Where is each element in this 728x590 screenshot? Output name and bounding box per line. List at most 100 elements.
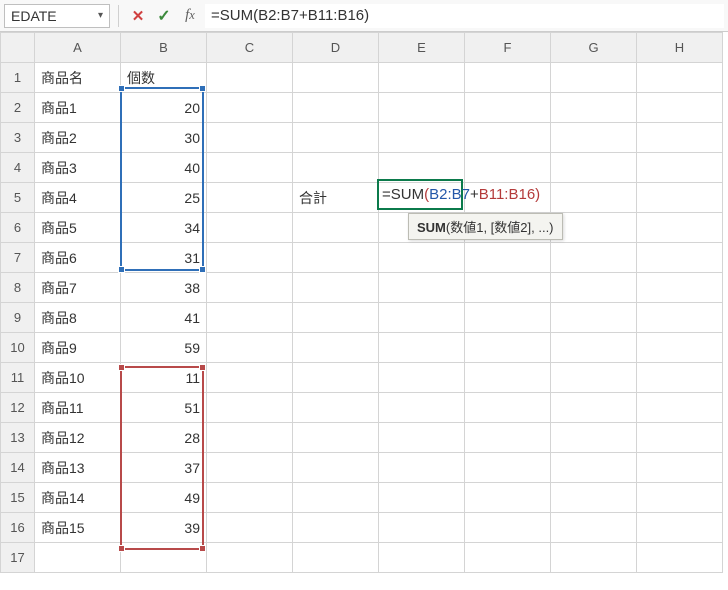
cell-A17[interactable] bbox=[35, 543, 121, 573]
cell-E11[interactable] bbox=[379, 363, 465, 393]
cell-H2[interactable] bbox=[637, 93, 723, 123]
cell-C1[interactable] bbox=[207, 63, 293, 93]
row-header-17[interactable]: 17 bbox=[1, 543, 35, 573]
cell-D12[interactable] bbox=[293, 393, 379, 423]
cell-A14[interactable]: 商品13 bbox=[35, 453, 121, 483]
cell-A5[interactable]: 商品4 bbox=[35, 183, 121, 213]
cell-F1[interactable] bbox=[465, 63, 551, 93]
row-header-9[interactable]: 9 bbox=[1, 303, 35, 333]
cell-A2[interactable]: 商品1 bbox=[35, 93, 121, 123]
cell-D16[interactable] bbox=[293, 513, 379, 543]
cell-B2[interactable]: 20 bbox=[121, 93, 207, 123]
row-header-15[interactable]: 15 bbox=[1, 483, 35, 513]
cell-G4[interactable] bbox=[551, 153, 637, 183]
cell-C5[interactable] bbox=[207, 183, 293, 213]
accept-icon[interactable]: ✓ bbox=[153, 4, 175, 28]
cell-G13[interactable] bbox=[551, 423, 637, 453]
cell-C2[interactable] bbox=[207, 93, 293, 123]
cell-A1[interactable]: 商品名 bbox=[35, 63, 121, 93]
cell-B6[interactable]: 34 bbox=[121, 213, 207, 243]
cell-D10[interactable] bbox=[293, 333, 379, 363]
cell-H11[interactable] bbox=[637, 363, 723, 393]
cell-E14[interactable] bbox=[379, 453, 465, 483]
cell-H3[interactable] bbox=[637, 123, 723, 153]
cell-D14[interactable] bbox=[293, 453, 379, 483]
row-header-13[interactable]: 13 bbox=[1, 423, 35, 453]
cell-F11[interactable] bbox=[465, 363, 551, 393]
cell-H17[interactable] bbox=[637, 543, 723, 573]
row-header-12[interactable]: 12 bbox=[1, 393, 35, 423]
cell-B8[interactable]: 38 bbox=[121, 273, 207, 303]
col-header-F[interactable]: F bbox=[465, 33, 551, 63]
col-header-D[interactable]: D bbox=[293, 33, 379, 63]
cell-F10[interactable] bbox=[465, 333, 551, 363]
name-box[interactable]: EDATE ▾ bbox=[4, 4, 110, 28]
cell-C8[interactable] bbox=[207, 273, 293, 303]
cell-G12[interactable] bbox=[551, 393, 637, 423]
cell-C12[interactable] bbox=[207, 393, 293, 423]
cell-C9[interactable] bbox=[207, 303, 293, 333]
inline-formula-edit[interactable]: =SUM(B2:B7+B11:B16) bbox=[382, 186, 540, 203]
cell-G10[interactable] bbox=[551, 333, 637, 363]
row-header-1[interactable]: 1 bbox=[1, 63, 35, 93]
cell-D9[interactable] bbox=[293, 303, 379, 333]
cell-E3[interactable] bbox=[379, 123, 465, 153]
cell-G14[interactable] bbox=[551, 453, 637, 483]
cell-H1[interactable] bbox=[637, 63, 723, 93]
cell-F17[interactable] bbox=[465, 543, 551, 573]
cell-H6[interactable] bbox=[637, 213, 723, 243]
cell-B5[interactable]: 25 bbox=[121, 183, 207, 213]
cell-C6[interactable] bbox=[207, 213, 293, 243]
cell-D17[interactable] bbox=[293, 543, 379, 573]
cell-D1[interactable] bbox=[293, 63, 379, 93]
cell-D8[interactable] bbox=[293, 273, 379, 303]
cell-E17[interactable] bbox=[379, 543, 465, 573]
cell-H15[interactable] bbox=[637, 483, 723, 513]
cell-C4[interactable] bbox=[207, 153, 293, 183]
cell-H10[interactable] bbox=[637, 333, 723, 363]
col-header-E[interactable]: E bbox=[379, 33, 465, 63]
col-header-H[interactable]: H bbox=[637, 33, 723, 63]
cell-B7[interactable]: 31 bbox=[121, 243, 207, 273]
cell-E12[interactable] bbox=[379, 393, 465, 423]
cell-H5[interactable] bbox=[637, 183, 723, 213]
cell-D3[interactable] bbox=[293, 123, 379, 153]
cell-H13[interactable] bbox=[637, 423, 723, 453]
row-header-11[interactable]: 11 bbox=[1, 363, 35, 393]
cell-G7[interactable] bbox=[551, 243, 637, 273]
cell-E1[interactable] bbox=[379, 63, 465, 93]
row-header-8[interactable]: 8 bbox=[1, 273, 35, 303]
cell-D2[interactable] bbox=[293, 93, 379, 123]
cell-B12[interactable]: 51 bbox=[121, 393, 207, 423]
cell-F8[interactable] bbox=[465, 273, 551, 303]
cell-G2[interactable] bbox=[551, 93, 637, 123]
cell-D15[interactable] bbox=[293, 483, 379, 513]
cell-D7[interactable] bbox=[293, 243, 379, 273]
cell-G15[interactable] bbox=[551, 483, 637, 513]
col-header-C[interactable]: C bbox=[207, 33, 293, 63]
cell-C13[interactable] bbox=[207, 423, 293, 453]
cell-H9[interactable] bbox=[637, 303, 723, 333]
cell-A7[interactable]: 商品6 bbox=[35, 243, 121, 273]
cell-C11[interactable] bbox=[207, 363, 293, 393]
cell-F7[interactable] bbox=[465, 243, 551, 273]
cell-H16[interactable] bbox=[637, 513, 723, 543]
cell-A3[interactable]: 商品2 bbox=[35, 123, 121, 153]
row-header-4[interactable]: 4 bbox=[1, 153, 35, 183]
row-header-7[interactable]: 7 bbox=[1, 243, 35, 273]
cell-F16[interactable] bbox=[465, 513, 551, 543]
row-header-2[interactable]: 2 bbox=[1, 93, 35, 123]
cell-G6[interactable] bbox=[551, 213, 637, 243]
cell-G17[interactable] bbox=[551, 543, 637, 573]
row-header-5[interactable]: 5 bbox=[1, 183, 35, 213]
cell-E9[interactable] bbox=[379, 303, 465, 333]
row-header-3[interactable]: 3 bbox=[1, 123, 35, 153]
cell-F3[interactable] bbox=[465, 123, 551, 153]
cell-E7[interactable] bbox=[379, 243, 465, 273]
cell-H8[interactable] bbox=[637, 273, 723, 303]
cell-A11[interactable]: 商品10 bbox=[35, 363, 121, 393]
row-header-10[interactable]: 10 bbox=[1, 333, 35, 363]
cell-A9[interactable]: 商品8 bbox=[35, 303, 121, 333]
cell-A6[interactable]: 商品5 bbox=[35, 213, 121, 243]
cell-F2[interactable] bbox=[465, 93, 551, 123]
